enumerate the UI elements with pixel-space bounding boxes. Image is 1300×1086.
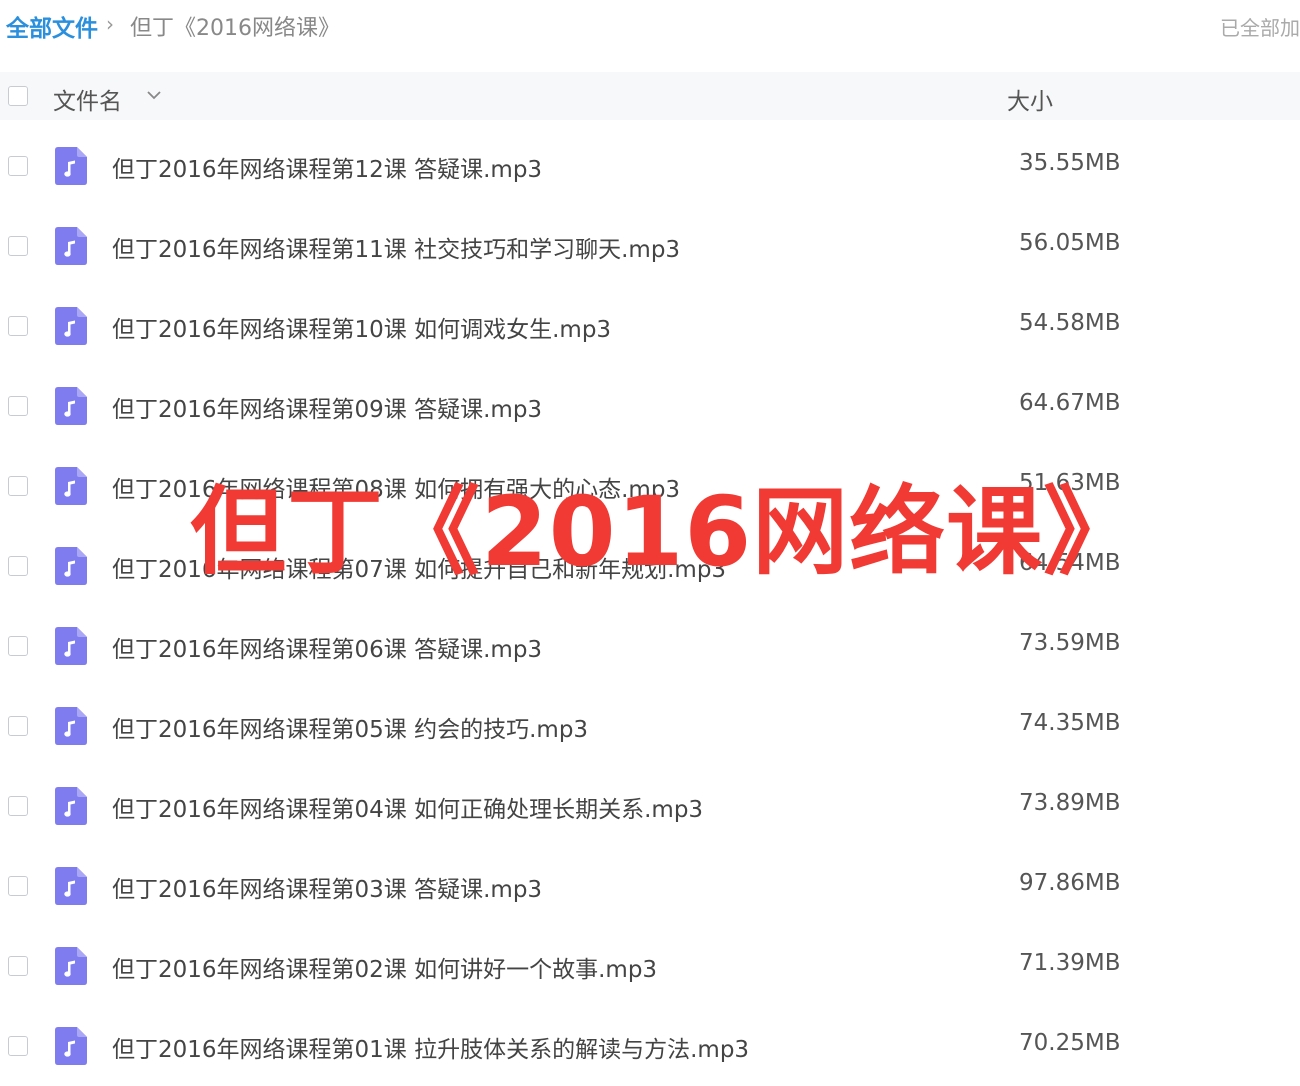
audio-file-icon <box>55 307 87 345</box>
file-row[interactable]: 但丁2016年网络课程第02课 如何讲好一个故事.mp3 71.39MB <box>0 926 1300 1006</box>
row-checkbox[interactable] <box>8 796 28 816</box>
file-name[interactable]: 但丁2016年网络课程第04课 如何正确处理长期关系.mp3 <box>112 790 703 824</box>
audio-file-icon <box>55 547 87 585</box>
file-size: 64.67MB <box>1019 390 1121 416</box>
row-checkbox[interactable] <box>8 556 28 576</box>
audio-file-icon <box>55 947 87 985</box>
file-name[interactable]: 但丁2016年网络课程第11课 社交技巧和学习聊天.mp3 <box>112 230 680 264</box>
file-name[interactable]: 但丁2016年网络课程第02课 如何讲好一个故事.mp3 <box>112 950 657 984</box>
audio-file-icon <box>55 1027 87 1065</box>
file-name[interactable]: 但丁2016年网络课程第09课 答疑课.mp3 <box>112 390 542 424</box>
audio-file-icon <box>55 627 87 665</box>
file-size: 74.35MB <box>1019 710 1121 736</box>
audio-file-icon <box>55 387 87 425</box>
file-row[interactable]: 但丁2016年网络课程第03课 答疑课.mp3 97.86MB <box>0 846 1300 926</box>
file-name[interactable]: 但丁2016年网络课程第07课 如何提升自己和新年规划.mp3 <box>112 550 726 584</box>
row-checkbox[interactable] <box>8 636 28 656</box>
top-bar: 全部文件 › 但丁《2016网络课》 已全部加 <box>0 0 1300 56</box>
file-row[interactable]: 但丁2016年网络课程第12课 答疑课.mp3 35.55MB <box>0 126 1300 206</box>
file-size: 64.54MB <box>1019 550 1121 576</box>
file-row[interactable]: 但丁2016年网络课程第07课 如何提升自己和新年规划.mp3 64.54MB <box>0 526 1300 606</box>
audio-file-icon <box>55 787 87 825</box>
file-row[interactable]: 但丁2016年网络课程第04课 如何正确处理长期关系.mp3 73.89MB <box>0 766 1300 846</box>
audio-file-icon <box>55 227 87 265</box>
chevron-down-icon[interactable] <box>143 84 165 106</box>
file-list: 但丁2016年网络课程第12课 答疑课.mp3 35.55MB 但丁2016年网… <box>0 126 1300 1086</box>
column-header-size[interactable]: 大小 <box>1007 82 1053 116</box>
row-checkbox[interactable] <box>8 476 28 496</box>
row-checkbox[interactable] <box>8 316 28 336</box>
file-name[interactable]: 但丁2016年网络课程第10课 如何调戏女生.mp3 <box>112 310 611 344</box>
file-name[interactable]: 但丁2016年网络课程第01课 拉升肢体关系的解读与方法.mp3 <box>112 1030 749 1064</box>
column-header-name[interactable]: 文件名 <box>53 82 122 116</box>
file-size: 51.63MB <box>1019 470 1121 496</box>
file-row[interactable]: 但丁2016年网络课程第10课 如何调戏女生.mp3 54.58MB <box>0 286 1300 366</box>
file-size: 73.89MB <box>1019 790 1121 816</box>
file-row[interactable]: 但丁2016年网络课程第08课 如何拥有强大的心态.mp3 51.63MB <box>0 446 1300 526</box>
row-checkbox[interactable] <box>8 876 28 896</box>
select-all-checkbox[interactable] <box>8 86 28 106</box>
file-name[interactable]: 但丁2016年网络课程第08课 如何拥有强大的心态.mp3 <box>112 470 680 504</box>
file-row[interactable]: 但丁2016年网络课程第01课 拉升肢体关系的解读与方法.mp3 70.25MB <box>0 1006 1300 1086</box>
audio-file-icon <box>55 867 87 905</box>
breadcrumb-separator: › <box>106 12 114 36</box>
file-size: 73.59MB <box>1019 630 1121 656</box>
file-name[interactable]: 但丁2016年网络课程第05课 约会的技巧.mp3 <box>112 710 588 744</box>
file-row[interactable]: 但丁2016年网络课程第09课 答疑课.mp3 64.67MB <box>0 366 1300 446</box>
file-size: 71.39MB <box>1019 950 1121 976</box>
file-table-header: 文件名 大小 <box>0 72 1300 120</box>
file-row[interactable]: 但丁2016年网络课程第05课 约会的技巧.mp3 74.35MB <box>0 686 1300 766</box>
breadcrumb-root-link[interactable]: 全部文件 <box>6 9 98 43</box>
file-row[interactable]: 但丁2016年网络课程第06课 答疑课.mp3 73.59MB <box>0 606 1300 686</box>
file-size: 35.55MB <box>1019 150 1121 176</box>
breadcrumb-current-folder: 但丁《2016网络课》 <box>130 16 340 41</box>
row-checkbox[interactable] <box>8 716 28 736</box>
file-size: 97.86MB <box>1019 870 1121 896</box>
file-name[interactable]: 但丁2016年网络课程第12课 答疑课.mp3 <box>112 150 542 184</box>
row-checkbox[interactable] <box>8 236 28 256</box>
file-row[interactable]: 但丁2016年网络课程第11课 社交技巧和学习聊天.mp3 56.05MB <box>0 206 1300 286</box>
file-name[interactable]: 但丁2016年网络课程第03课 答疑课.mp3 <box>112 870 542 904</box>
file-name[interactable]: 但丁2016年网络课程第06课 答疑课.mp3 <box>112 630 542 664</box>
file-size: 54.58MB <box>1019 310 1121 336</box>
file-size: 70.25MB <box>1019 1030 1121 1056</box>
audio-file-icon <box>55 147 87 185</box>
row-checkbox[interactable] <box>8 956 28 976</box>
file-size: 56.05MB <box>1019 230 1121 256</box>
audio-file-icon <box>55 467 87 505</box>
loaded-status-text: 已全部加 <box>1220 16 1300 40</box>
row-checkbox[interactable] <box>8 396 28 416</box>
row-checkbox[interactable] <box>8 156 28 176</box>
audio-file-icon <box>55 707 87 745</box>
row-checkbox[interactable] <box>8 1036 28 1056</box>
